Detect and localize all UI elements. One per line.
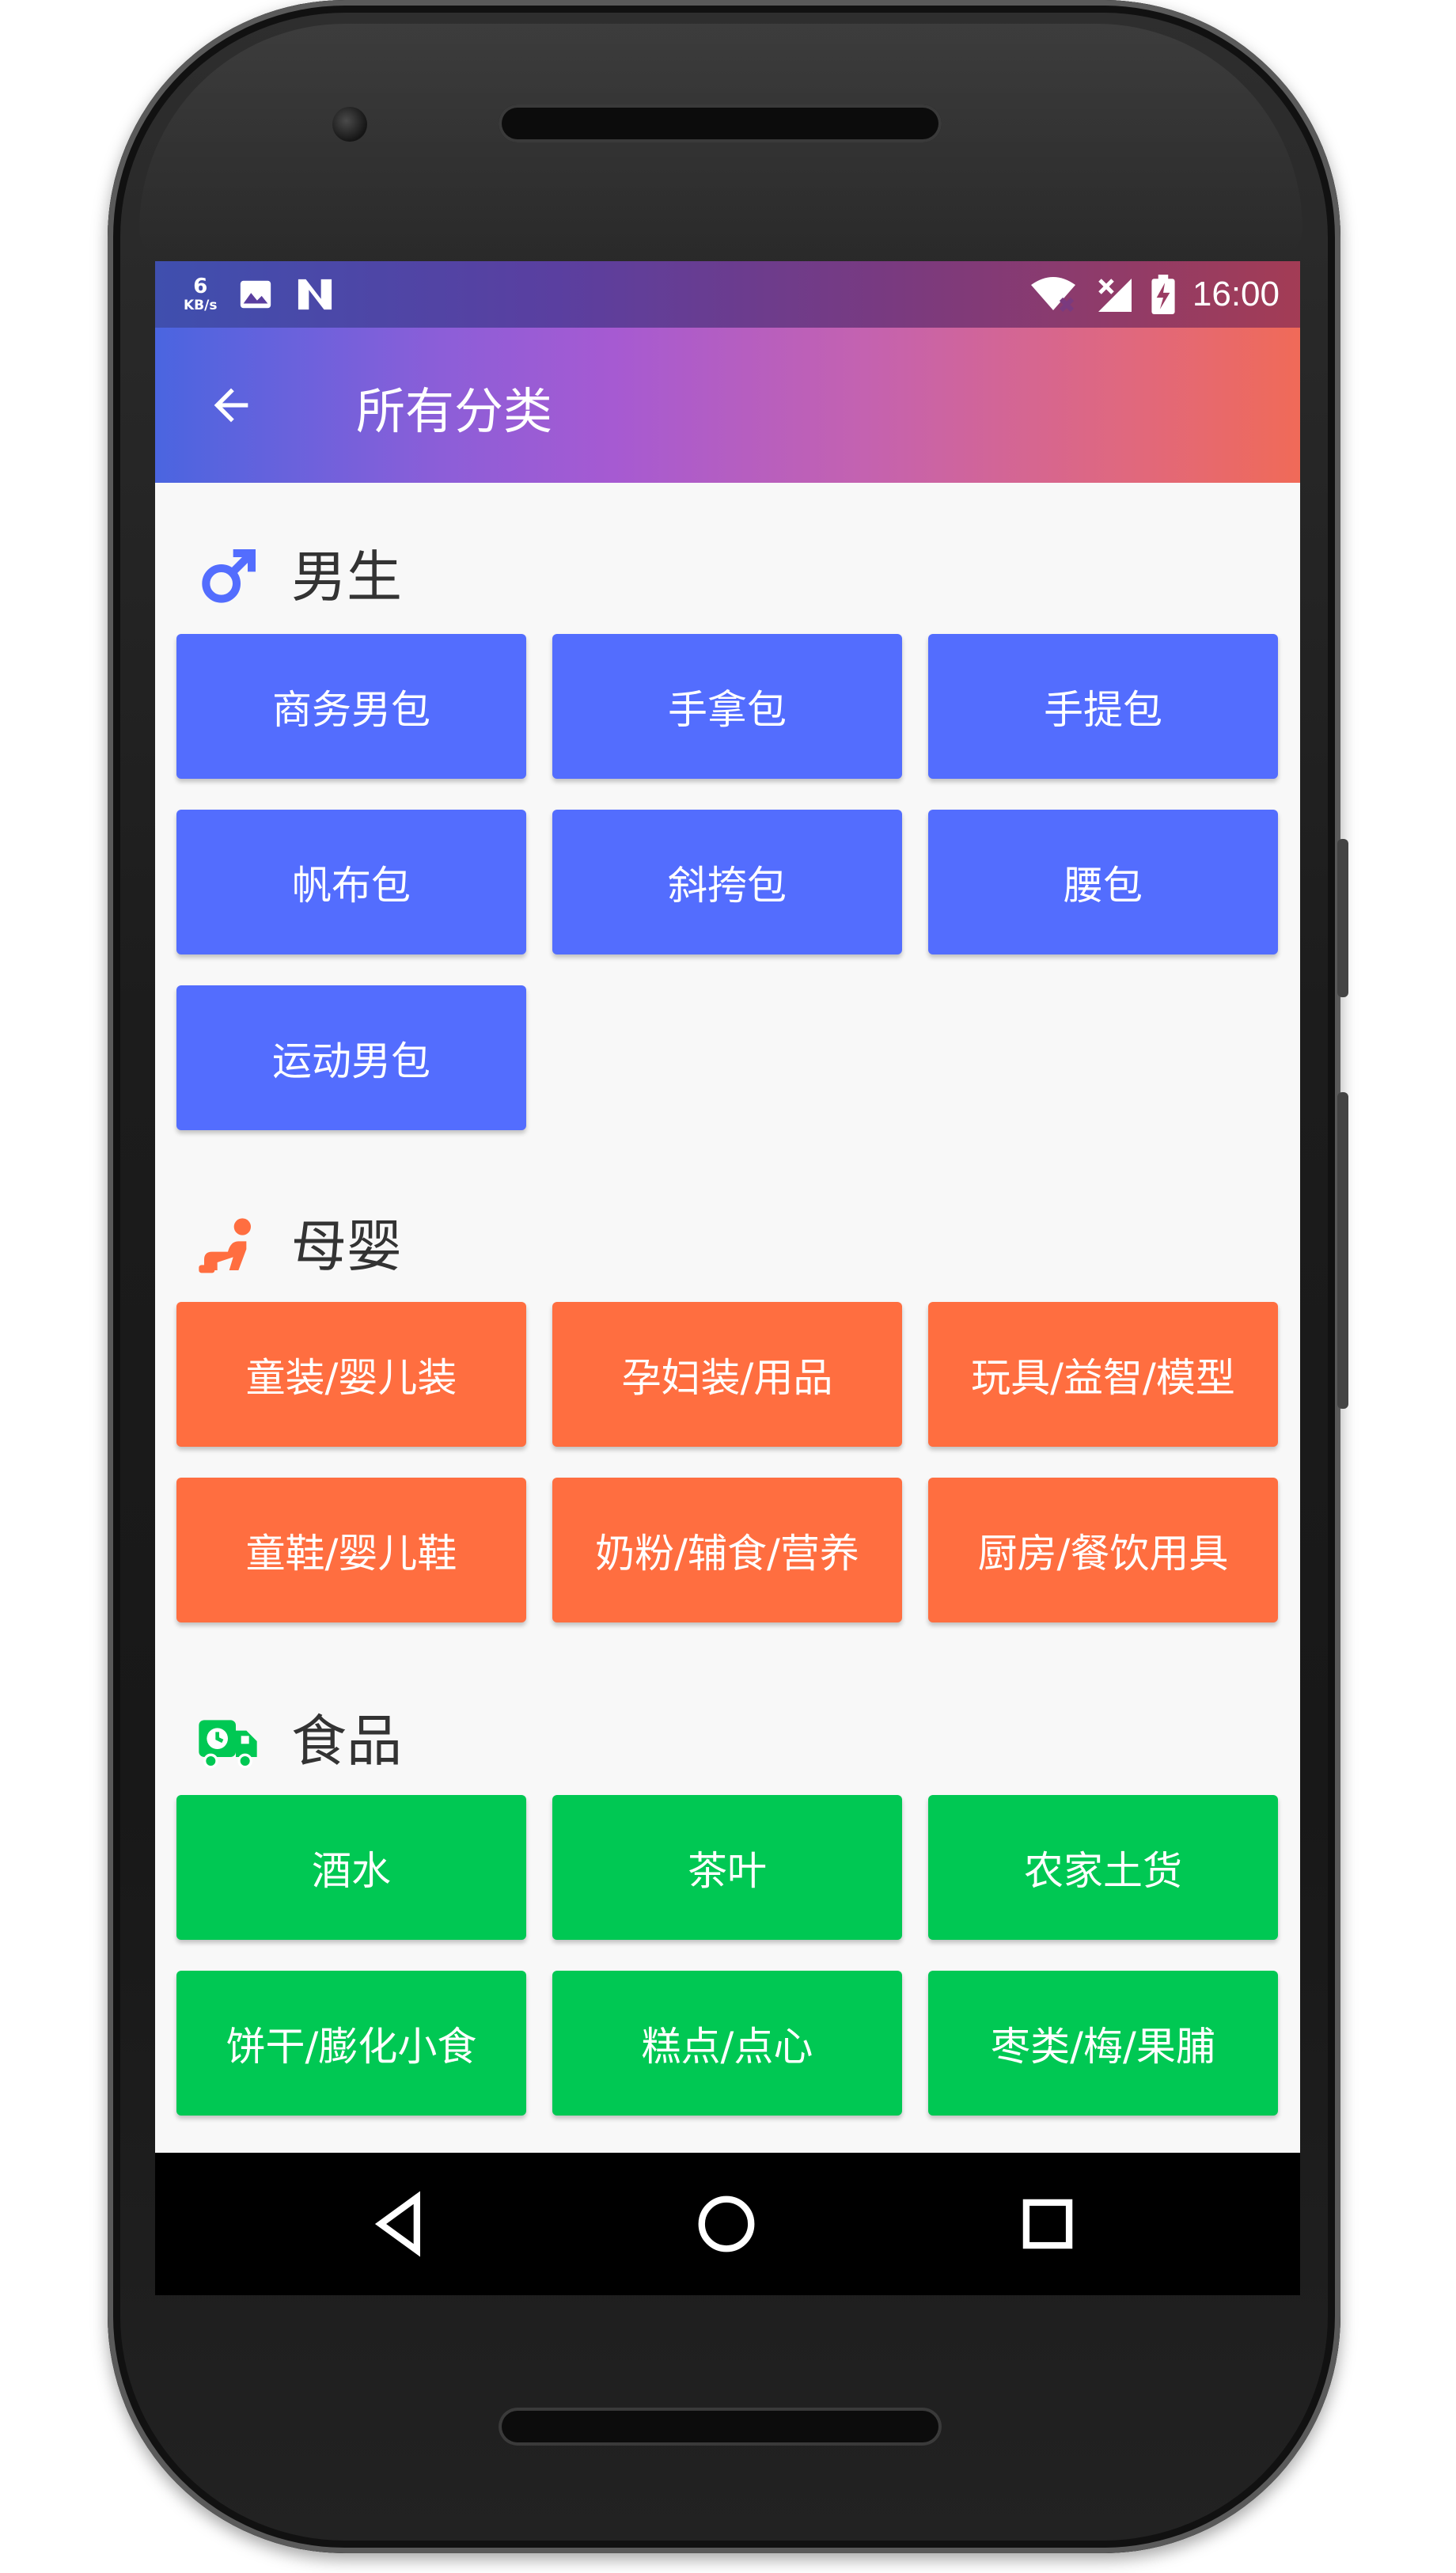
category-button[interactable]: 农家土货: [928, 1795, 1278, 1940]
male-symbol-icon: [202, 549, 256, 603]
category-button[interactable]: 奶粉/辅食/营养: [552, 1478, 902, 1622]
circle-home-icon[interactable]: [687, 2184, 766, 2264]
power-button: [1337, 839, 1348, 997]
phone-sheen: [139, 24, 1302, 261]
section-header-food: 食品: [155, 1690, 1300, 1777]
category-button[interactable]: 枣类/梅/果脯: [928, 1971, 1278, 2116]
earpiece-speaker: [499, 104, 942, 142]
status-bar: 6 KB/s 16:00: [155, 261, 1300, 328]
category-button[interactable]: 腰包: [928, 810, 1278, 954]
screen: 6 KB/s 16:00 所有分类 男生 商务男包 手拿包 手提包 帆布包 斜挎…: [155, 261, 1300, 2295]
category-button[interactable]: 酒水: [176, 1795, 526, 1940]
section-header-male: 男生: [155, 526, 1300, 613]
network-speed-value: 6: [193, 275, 208, 298]
category-button[interactable]: 手提包: [928, 634, 1278, 779]
category-button[interactable]: 童鞋/婴儿鞋: [176, 1478, 526, 1622]
category-button[interactable]: 斜挎包: [552, 810, 902, 954]
category-button[interactable]: 帆布包: [176, 810, 526, 954]
square-recents-icon[interactable]: [1008, 2184, 1087, 2264]
navigation-bar: [155, 2153, 1300, 2295]
bottom-speaker: [499, 2408, 942, 2446]
n-notification-icon: [298, 279, 332, 310]
volume-button: [1337, 1092, 1348, 1409]
wifi-off-icon: [1030, 277, 1075, 313]
signal-off-icon: [1098, 279, 1132, 312]
category-button[interactable]: 糕点/点心: [552, 1971, 902, 2116]
category-button[interactable]: 童装/婴儿装: [176, 1302, 526, 1447]
page-title: 所有分类: [356, 382, 553, 440]
back-button[interactable]: [199, 374, 263, 437]
section-title-male: 男生: [291, 545, 402, 609]
category-button[interactable]: 手拿包: [552, 634, 902, 779]
network-speed-unit: KB/s: [184, 298, 218, 313]
front-camera: [332, 107, 367, 142]
category-button[interactable]: 玩具/益智/模型: [928, 1302, 1278, 1447]
section-title-food: 食品: [291, 1709, 402, 1774]
section-title-baby: 母婴: [291, 1214, 402, 1279]
category-button[interactable]: 孕妇装/用品: [552, 1302, 902, 1447]
clock: 16:00: [1192, 275, 1280, 313]
category-button[interactable]: 茶叶: [552, 1795, 902, 1940]
section-header-baby: 母婴: [155, 1195, 1300, 1282]
app-bar: 所有分类: [155, 328, 1300, 483]
triangle-back-icon[interactable]: [361, 2184, 440, 2264]
crawling-baby-icon: [199, 1218, 251, 1273]
network-speed: 6 KB/s: [184, 276, 217, 313]
battery-charging-icon: [1151, 275, 1175, 314]
category-button[interactable]: 运动男包: [176, 985, 526, 1130]
category-button[interactable]: 饼干/膨化小食: [176, 1971, 526, 2116]
category-button[interactable]: 商务男包: [176, 634, 526, 779]
arrow-back-icon: [214, 388, 248, 423]
delivery-truck-icon: [199, 1720, 257, 1769]
image-icon: [241, 280, 271, 309]
category-button[interactable]: 厨房/餐饮用具: [928, 1478, 1278, 1622]
